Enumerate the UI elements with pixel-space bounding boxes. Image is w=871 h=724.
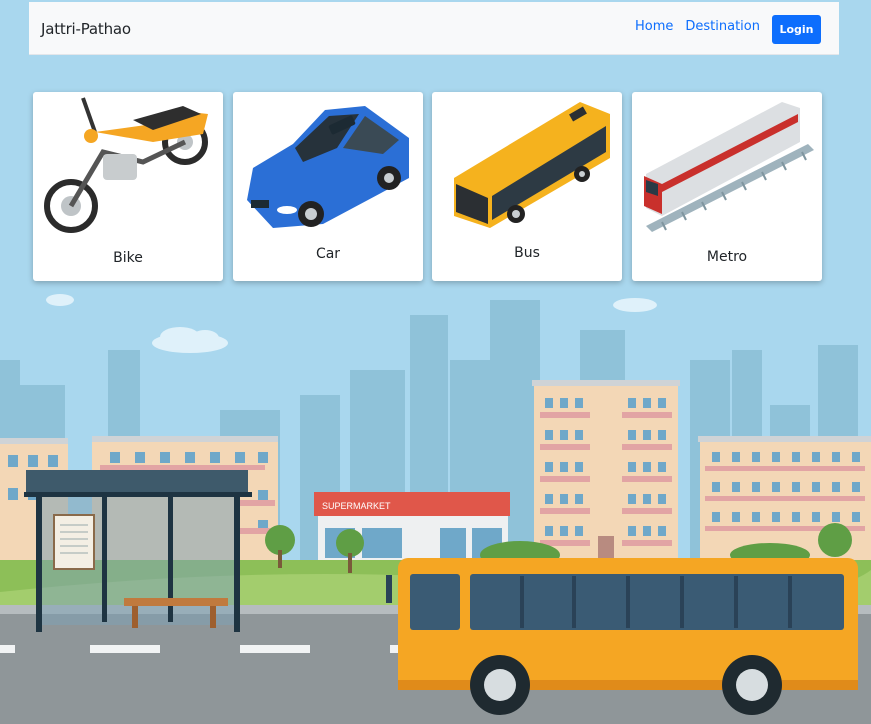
nav-links: Home Destination Login	[635, 15, 821, 44]
bus-icon	[454, 102, 610, 228]
brand-logo-text[interactable]: Jattri-Pathao	[41, 20, 131, 38]
motorcycle-icon	[44, 97, 208, 233]
vehicle-card-car[interactable]: Car	[233, 92, 423, 281]
vehicle-card-bike[interactable]: Bike	[33, 92, 223, 281]
vehicle-card-label-metro: Metro	[706, 249, 748, 265]
car-icon	[247, 106, 409, 228]
vehicle-card-bus[interactable]: Bus	[432, 92, 622, 281]
login-button[interactable]: Login	[772, 15, 821, 44]
vehicle-card-label-bus: Bus	[514, 245, 540, 261]
nav-link-destination[interactable]: Destination	[685, 19, 760, 34]
vehicle-card-metro[interactable]: Metro	[632, 92, 822, 281]
metro-train-icon	[644, 102, 814, 232]
top-navbar: Jattri-Pathao Home Destination Login	[29, 2, 839, 55]
vehicle-card-label-bike: Bike	[113, 250, 143, 266]
vehicle-card-label-car: Car	[315, 246, 341, 262]
supermarket-sign: SUPERMARKET	[322, 501, 391, 511]
nav-link-home[interactable]: Home	[635, 19, 673, 34]
